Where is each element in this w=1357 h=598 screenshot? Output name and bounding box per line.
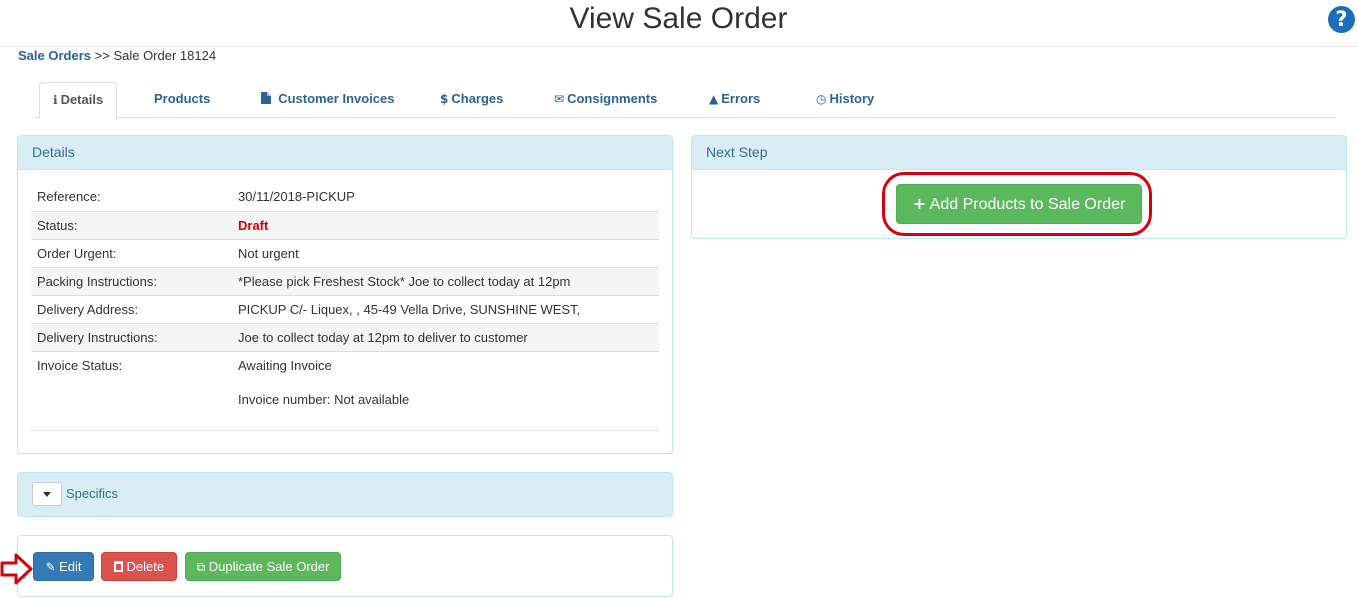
- detail-value: PICKUP C/- Liquex, , 45-49 Vella Drive, …: [238, 301, 581, 317]
- trash-icon: [113, 561, 123, 572]
- detail-row-packing-instructions: Packing Instructions: *Please pick Fresh…: [31, 267, 659, 295]
- detail-label: Order Urgent:: [37, 245, 117, 261]
- breadcrumb: Sale Orders >> Sale Order 18124: [18, 48, 216, 63]
- tab-products[interactable]: Products: [154, 82, 210, 118]
- envelope-icon: ✉: [554, 92, 565, 106]
- tab-label: Products: [154, 91, 211, 106]
- tab-customer-invoices[interactable]: Customer Invoices: [261, 82, 395, 118]
- detail-label: Delivery Instructions:: [37, 329, 158, 345]
- tab-details[interactable]: ℹ Details: [39, 82, 118, 119]
- page-title: View Sale Order: [569, 2, 788, 35]
- delete-button[interactable]: Delete: [101, 552, 177, 581]
- edit-button-label: Edit: [59, 559, 82, 574]
- detail-label: Packing Instructions:: [37, 273, 157, 289]
- detail-label: Delivery Address:: [37, 301, 139, 317]
- detail-value: 30/11/2018-PICKUP: [238, 189, 355, 205]
- detail-row-invoice-status: Invoice Status: Awaiting Invoice Invoice…: [31, 351, 659, 430]
- details-panel: Details Reference: 30/11/2018-PICKUP Sta…: [17, 135, 673, 454]
- details-table: Reference: 30/11/2018-PICKUP Status: Dra…: [31, 183, 659, 431]
- specifics-label: Specifics: [66, 486, 119, 501]
- detail-row-delivery-address: Delivery Address: PICKUP C/- Liquex, , 4…: [31, 295, 659, 323]
- delete-button-label: Delete: [126, 559, 165, 574]
- status-value: Draft: [238, 217, 269, 233]
- highlight-annotation: [882, 172, 1152, 236]
- duplicate-sale-order-button[interactable]: ⧉ Duplicate Sale Order: [185, 552, 341, 581]
- detail-label: Reference:: [37, 189, 101, 205]
- detail-value: Not urgent: [238, 245, 299, 261]
- tab-label: Details: [60, 92, 104, 107]
- tab-errors[interactable]: ▲ Errors: [709, 82, 760, 118]
- tab-label: History: [829, 91, 875, 106]
- page-header: View Sale Order ?: [0, 0, 1357, 47]
- detail-label: Status:: [37, 217, 78, 233]
- caret-down-icon: [43, 492, 51, 497]
- tab-history[interactable]: ◷ History: [816, 82, 874, 118]
- tab-consignments[interactable]: ✉ Consignments: [554, 82, 657, 118]
- detail-value: *Please pick Freshest Stock* Joe to coll…: [238, 273, 571, 289]
- tab-label: Errors: [721, 91, 761, 106]
- detail-row-delivery-instructions: Delivery Instructions: Joe to collect to…: [31, 323, 659, 351]
- specifics-toggle-button[interactable]: [32, 482, 62, 506]
- warning-icon: ▲: [709, 92, 719, 106]
- detail-row-status: Status: Draft: [31, 211, 659, 239]
- detail-value: Awaiting Invoice Invoice number: Not ava…: [232, 351, 659, 430]
- invoice-status-value: Awaiting Invoice: [238, 357, 332, 373]
- duplicate-button-label: Duplicate Sale Order: [208, 559, 330, 574]
- breadcrumb-separator: >>: [94, 48, 110, 63]
- file-icon: [261, 92, 275, 106]
- specifics-panel: Specifics: [17, 472, 673, 517]
- edit-button[interactable]: ✎ Edit: [33, 552, 94, 581]
- breadcrumb-link-sale-orders[interactable]: Sale Orders: [18, 48, 91, 63]
- info-icon: ℹ: [53, 93, 58, 107]
- dollar-icon: $: [440, 92, 449, 106]
- copy-icon: ⧉: [196, 560, 206, 574]
- tab-bar: ℹ Details Products Customer Invoices $ Cha…: [34, 82, 1336, 119]
- invoice-number-value: Invoice number: Not available: [238, 391, 410, 407]
- pencil-icon: ✎: [45, 560, 56, 574]
- clock-icon: ◷: [816, 92, 827, 106]
- detail-value: Joe to collect today at 12pm to deliver …: [238, 329, 528, 345]
- detail-label: Invoice Status:: [37, 357, 123, 373]
- tab-charges[interactable]: $ Charges: [440, 82, 503, 118]
- tab-label: Customer Invoices: [278, 91, 395, 106]
- breadcrumb-current: Sale Order 18124: [113, 48, 217, 63]
- arrow-annotation-icon: [0, 553, 33, 585]
- tab-label: Charges: [451, 91, 504, 106]
- details-panel-heading: Details: [18, 136, 672, 170]
- next-step-panel-heading: Next Step: [692, 136, 1346, 170]
- detail-row-reference: Reference: 30/11/2018-PICKUP: [31, 183, 659, 211]
- tab-label: Consignments: [567, 91, 658, 106]
- detail-row-order-urgent: Order Urgent: Not urgent: [31, 239, 659, 267]
- question-circle-icon[interactable]: ?: [1328, 6, 1355, 33]
